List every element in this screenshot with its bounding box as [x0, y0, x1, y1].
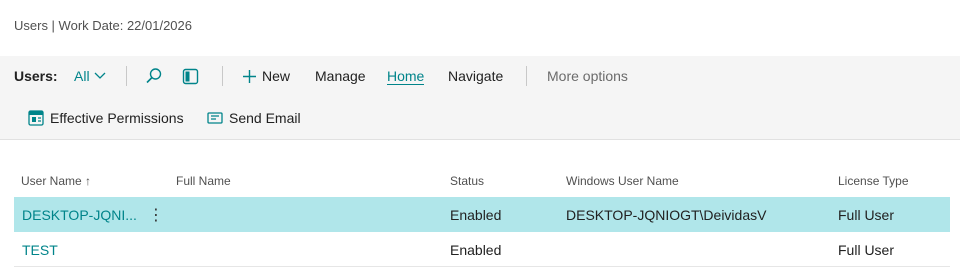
row-menu-icon[interactable]: ⋮: [148, 197, 164, 232]
send-email-button[interactable]: Send Email: [207, 96, 301, 140]
column-header-user-name[interactable]: User Name ↑: [21, 174, 91, 188]
status-cell: Enabled: [450, 241, 502, 258]
plus-icon: [242, 69, 257, 84]
view-filter-label: All: [74, 68, 90, 84]
separator: [126, 66, 127, 86]
table-row[interactable]: DESKTOP-JQNI... ⋮ Enabled DESKTOP-JQNIOG…: [14, 197, 950, 232]
more-options-button[interactable]: More options: [547, 56, 628, 96]
effective-permissions-label: Effective Permissions: [50, 110, 184, 126]
new-label: New: [262, 68, 291, 84]
windows-user-name-cell: DESKTOP-JQNIOGT\DeividasV: [566, 206, 767, 223]
view-filter-dropdown[interactable]: All: [74, 56, 106, 96]
email-icon: [207, 112, 223, 124]
license-type-cell: Full User: [838, 241, 895, 258]
search-button[interactable]: [145, 56, 163, 96]
separator: [222, 66, 223, 86]
home-tab[interactable]: Home: [387, 56, 425, 96]
manage-tab[interactable]: Manage: [315, 56, 366, 96]
navigate-tab[interactable]: Navigate: [448, 56, 503, 96]
chevron-down-icon: [94, 72, 106, 80]
user-name-cell[interactable]: DESKTOP-JQNI...: [22, 197, 137, 232]
breadcrumb: Users | Work Date: 22/01/2026: [14, 18, 193, 33]
page-caption: Users:: [14, 68, 58, 84]
column-header-windows-user-name[interactable]: Windows User Name: [566, 174, 679, 188]
permissions-icon: [28, 110, 44, 126]
column-header-full-name[interactable]: Full Name: [176, 174, 231, 188]
promoted-actions-bar: Effective Permissions Send Email: [0, 96, 960, 140]
user-name-header-label: User Name: [21, 174, 82, 188]
search-icon: [145, 67, 163, 85]
filter-pane-icon: [182, 68, 199, 85]
effective-permissions-button[interactable]: Effective Permissions: [28, 96, 184, 140]
send-email-label: Send Email: [229, 110, 301, 126]
filter-pane-button[interactable]: [182, 56, 199, 96]
column-header-license-type[interactable]: License Type: [838, 174, 909, 188]
new-button[interactable]: New: [242, 56, 290, 96]
status-cell: Enabled: [450, 206, 502, 223]
separator: [526, 66, 527, 86]
action-bar: Users: All New Manage Home Navigate More…: [0, 56, 960, 96]
user-name-cell[interactable]: TEST: [22, 232, 58, 267]
license-type-cell: Full User: [838, 206, 895, 223]
table-row[interactable]: TEST Enabled Full User: [14, 232, 950, 267]
sort-ascending-icon: ↑: [85, 174, 92, 188]
column-header-status[interactable]: Status: [450, 174, 484, 188]
home-tab-label: Home: [387, 67, 425, 85]
